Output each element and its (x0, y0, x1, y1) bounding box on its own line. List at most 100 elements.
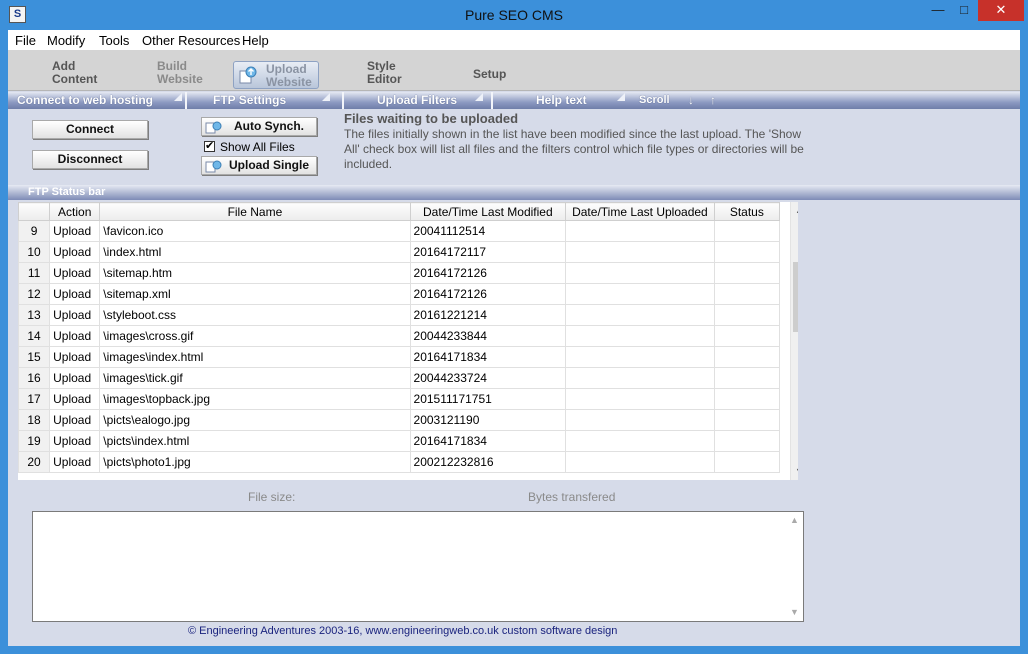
tab-connect-corner (174, 93, 182, 101)
upload-single-button[interactable]: Upload Single (201, 156, 317, 175)
cell-modified: 20041112514 (409, 220, 567, 242)
connect-button[interactable]: Connect (32, 120, 148, 139)
cell-modified: 20161221214 (409, 304, 567, 326)
cell-action: Upload (49, 430, 101, 452)
upload-icon (239, 66, 257, 84)
setup-button[interactable]: Setup (473, 68, 506, 81)
grid-vertical-scrollbar[interactable]: ▲ ▼ (790, 202, 798, 480)
maximize-button[interactable]: □ (951, 0, 977, 21)
cell-row-number: 12 (18, 283, 51, 305)
cell-file-name: \styleboot.css (99, 304, 411, 326)
cell-uploaded (565, 220, 715, 242)
column-header-status[interactable]: Status (713, 202, 781, 221)
cell-action: Upload (49, 325, 101, 347)
cell-status (713, 346, 781, 368)
build-website-label-2: Website (157, 72, 203, 86)
table-row[interactable]: 11 Upload \sitemap.htm 20164172126 (18, 262, 781, 284)
scroll-thumb[interactable] (793, 262, 798, 332)
scroll-up-icon[interactable]: ▲ (791, 202, 798, 219)
table-row[interactable]: 12 Upload \sitemap.xml 20164172126 (18, 283, 781, 305)
upload-single-label: Upload Single (228, 158, 309, 172)
table-header-row: Action File Name Date/Time Last Modified… (18, 202, 781, 221)
cell-uploaded (565, 325, 715, 347)
menu-help[interactable]: Help (242, 33, 269, 48)
cell-modified: 20164172126 (409, 262, 567, 284)
tab-ftp-settings[interactable]: FTP Settings (213, 92, 286, 109)
cell-file-name: \sitemap.htm (99, 262, 411, 284)
cell-uploaded (565, 409, 715, 431)
cell-uploaded (565, 262, 715, 284)
log-scrollbar[interactable]: ▲ ▼ (786, 512, 803, 621)
auto-synch-label: Auto Synch. (233, 119, 304, 133)
minimize-button[interactable]: — (925, 0, 951, 21)
scroll-down-icon[interactable]: ▼ (791, 463, 798, 480)
cell-row-number: 18 (18, 409, 51, 431)
cell-file-name: \favicon.ico (99, 220, 411, 242)
table-row[interactable]: 9 Upload \favicon.ico 20041112514 (18, 220, 781, 242)
cell-action: Upload (49, 409, 101, 431)
style-editor-button[interactable]: Style Editor (367, 60, 402, 86)
transfer-log[interactable]: ▲ ▼ (32, 511, 804, 622)
cell-action: Upload (49, 367, 101, 389)
table-row[interactable]: 10 Upload \index.html 20164172117 (18, 241, 781, 263)
tab-connect[interactable]: Connect to web hosting (17, 92, 153, 109)
cell-uploaded (565, 367, 715, 389)
table-row[interactable]: 17 Upload \images\topback.jpg 201511171751 (18, 388, 781, 410)
cell-status (713, 220, 781, 242)
menu-modify[interactable]: Modify (47, 33, 85, 48)
cell-uploaded (565, 451, 715, 473)
help-body: The files initially shown in the list ha… (344, 127, 804, 171)
column-header[interactable] (18, 202, 51, 221)
menu-tools[interactable]: Tools (99, 33, 129, 48)
close-button[interactable]: ✕ (978, 0, 1024, 21)
cell-uploaded (565, 388, 715, 410)
table-row[interactable]: 18 Upload \picts\ealogo.jpg 2003121190 (18, 409, 781, 431)
cell-modified: 20044233724 (409, 367, 567, 389)
cell-row-number: 19 (18, 430, 51, 452)
scroll-down-arrow-icon[interactable]: ↓ (688, 92, 694, 109)
column-header-uploaded[interactable]: Date/Time Last Uploaded (565, 202, 715, 221)
table-row[interactable]: 14 Upload \images\cross.gif 20044233844 (18, 325, 781, 347)
tab-upload-filters[interactable]: Upload Filters (377, 92, 457, 109)
cell-action: Upload (49, 283, 101, 305)
table-row[interactable]: 16 Upload \images\tick.gif 20044233724 (18, 367, 781, 389)
cell-status (713, 262, 781, 284)
footer-credits: © Engineering Adventures 2003-16, www.en… (188, 625, 618, 637)
menu-other-resources[interactable]: Other Resources (142, 33, 240, 48)
cell-row-number: 15 (18, 346, 51, 368)
disconnect-button[interactable]: Disconnect (32, 150, 148, 169)
title-bar[interactable]: S Pure SEO CMS — □ ✕ (0, 0, 1028, 30)
log-scroll-down-icon[interactable]: ▼ (786, 607, 803, 617)
cell-file-name: \images\topback.jpg (99, 388, 411, 410)
tab-divider (491, 92, 493, 109)
file-grid[interactable]: Action File Name Date/Time Last Modified… (18, 202, 798, 480)
file-table: Action File Name Date/Time Last Modified… (18, 202, 781, 473)
table-row[interactable]: 20 Upload \picts\photo1.jpg 200212232816 (18, 451, 781, 473)
column-header-action[interactable]: Action (49, 202, 101, 221)
cell-row-number: 13 (18, 304, 51, 326)
scroll-label: Scroll (639, 94, 670, 106)
cell-file-name: \picts\ealogo.jpg (99, 409, 411, 431)
cell-modified: 20164172117 (409, 241, 567, 263)
upload-file-icon (205, 160, 222, 173)
add-content-button[interactable]: Add Content (52, 60, 97, 86)
log-scroll-up-icon[interactable]: ▲ (786, 515, 803, 525)
cell-action: Upload (49, 304, 101, 326)
upload-website-button[interactable]: Upload Website (233, 61, 319, 89)
build-website-button[interactable]: Build Website (157, 60, 203, 86)
tab-divider (185, 92, 187, 109)
column-header-modified[interactable]: Date/Time Last Modified (409, 202, 567, 221)
menu-file[interactable]: File (15, 33, 36, 48)
tab-help-text[interactable]: Help text (536, 92, 587, 109)
menu-bar: File Modify Tools Other Resources Help (8, 30, 1020, 50)
scroll-up-arrow-icon[interactable]: ↑ (710, 92, 716, 109)
table-row[interactable]: 15 Upload \images\index.html 20164171834 (18, 346, 781, 368)
cell-uploaded (565, 346, 715, 368)
table-row[interactable]: 19 Upload \picts\index.html 20164171834 (18, 430, 781, 452)
show-all-files-checkbox[interactable]: ✔ (204, 141, 215, 152)
help-title: Files waiting to be uploaded (344, 111, 519, 126)
tab-ftp-corner (322, 93, 330, 101)
auto-synch-button[interactable]: Auto Synch. (201, 117, 317, 136)
table-row[interactable]: 13 Upload \styleboot.css 20161221214 (18, 304, 781, 326)
column-header-file-name[interactable]: File Name (99, 202, 411, 221)
